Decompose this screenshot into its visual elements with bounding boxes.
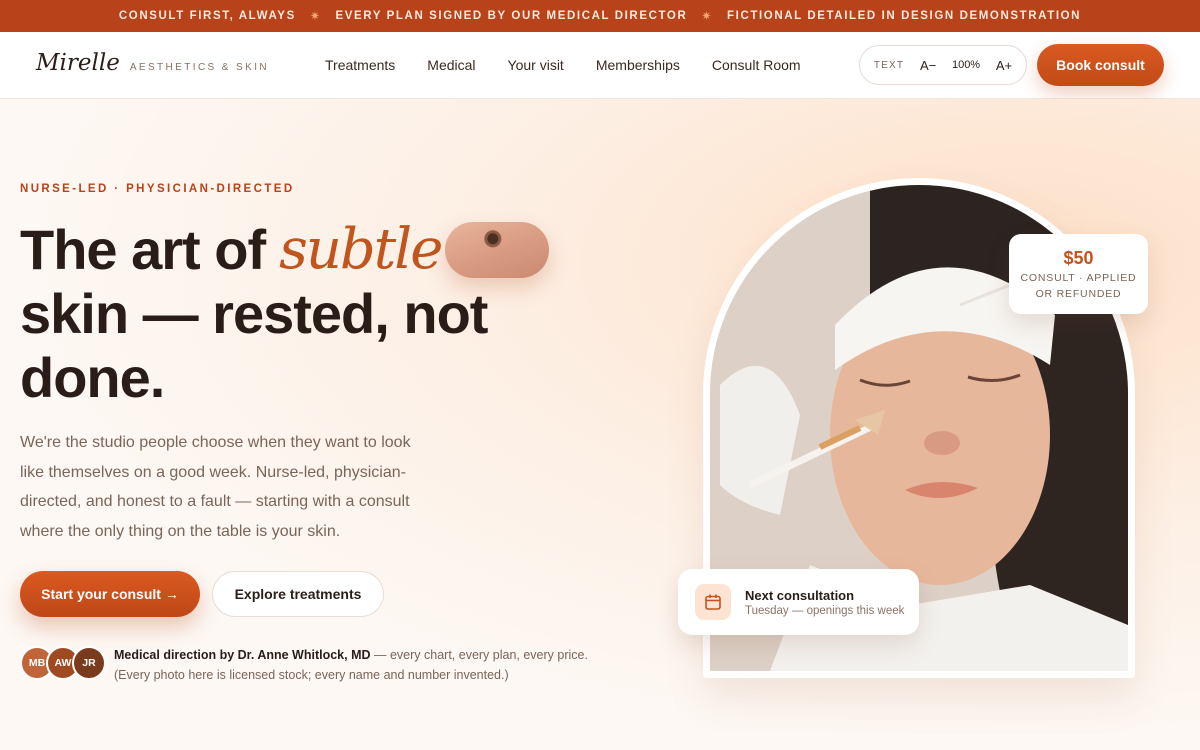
explore-treatments-button[interactable]: Explore treatments: [212, 571, 384, 617]
nav-menu: Treatments Medical Your visit Membership…: [325, 57, 801, 73]
proof-rest: — every chart, every plan, every price.: [370, 648, 588, 662]
next-consult-subtitle: Tuesday — openings this week: [745, 604, 905, 617]
increase-text-button[interactable]: A+: [996, 58, 1012, 73]
nav-link-your-visit[interactable]: Your visit: [508, 57, 564, 73]
logo[interactable]: Mirelle AESTHETICS & SKIN: [36, 50, 269, 76]
text-size-control: TEXT A− 100% A+: [859, 45, 1027, 85]
headline-line2: skin — rested, not: [20, 282, 488, 345]
decrease-text-button[interactable]: A−: [920, 58, 936, 73]
logo-subtitle: AESTHETICS & SKIN: [129, 62, 269, 73]
start-consult-button[interactable]: Start your consult →: [20, 571, 200, 617]
next-consultation-card[interactable]: Next consultation Tuesday — openings thi…: [678, 569, 919, 635]
consult-price: $50: [1063, 248, 1094, 268]
avatar: JR: [72, 646, 106, 680]
headline-accent: subtle: [279, 217, 443, 282]
headline-line3: done.: [20, 346, 165, 409]
nav-link-memberships[interactable]: Memberships: [596, 57, 680, 73]
hero-paragraph: We're the studio people choose when they…: [20, 434, 411, 540]
text-size-label: TEXT: [873, 59, 905, 71]
price-note-line2: OR REFUNDED: [1035, 288, 1122, 300]
eye-closeup-image: [445, 222, 550, 278]
logo-name: Mirelle: [36, 50, 120, 76]
next-consult-title: Next consultation: [745, 587, 855, 603]
calendar-icon: [695, 584, 731, 620]
nav-link-consult-room[interactable]: Consult Room: [712, 57, 801, 73]
announcement-item-2: EVERY PLAN SIGNED BY OUR MEDICAL DIRECTO…: [335, 10, 688, 22]
proof-bold: Medical direction by Dr. Anne Whitlock, …: [114, 648, 371, 662]
price-note-line1: CONSULT · APPLIED: [1020, 272, 1137, 284]
proof-note: (Every photo here is licensed stock; eve…: [114, 668, 509, 682]
announcement-bar: CONSULT FIRST, ALWAYS ✷ EVERY PLAN SIGNE…: [0, 0, 1200, 32]
book-consult-button[interactable]: Book consult: [1037, 44, 1164, 86]
announcement-item-1: CONSULT FIRST, ALWAYS: [118, 10, 296, 22]
star-separator-icon: ✷: [701, 9, 714, 23]
hero-headline: The art of subtle skin — rested, not don…: [20, 218, 580, 410]
hero-eyebrow: NURSE-LED · PHYSICIAN-DIRECTED: [20, 183, 295, 195]
consult-price-card: $50 CONSULT · APPLIED OR REFUNDED: [1009, 234, 1148, 314]
star-separator-icon: ✷: [309, 9, 322, 23]
medical-direction-note: Medical direction by Dr. Anne Whitlock, …: [114, 645, 614, 685]
avatar-group: MB AW JR: [20, 646, 106, 680]
headline-part1: The art of: [20, 218, 266, 281]
nav-link-medical[interactable]: Medical: [427, 57, 475, 73]
zoom-level: 100%: [951, 59, 981, 71]
announcement-item-3: FICTIONAL DETAILED IN DESIGN DEMONSTRATI…: [727, 10, 1082, 22]
nav-link-treatments[interactable]: Treatments: [325, 57, 395, 73]
